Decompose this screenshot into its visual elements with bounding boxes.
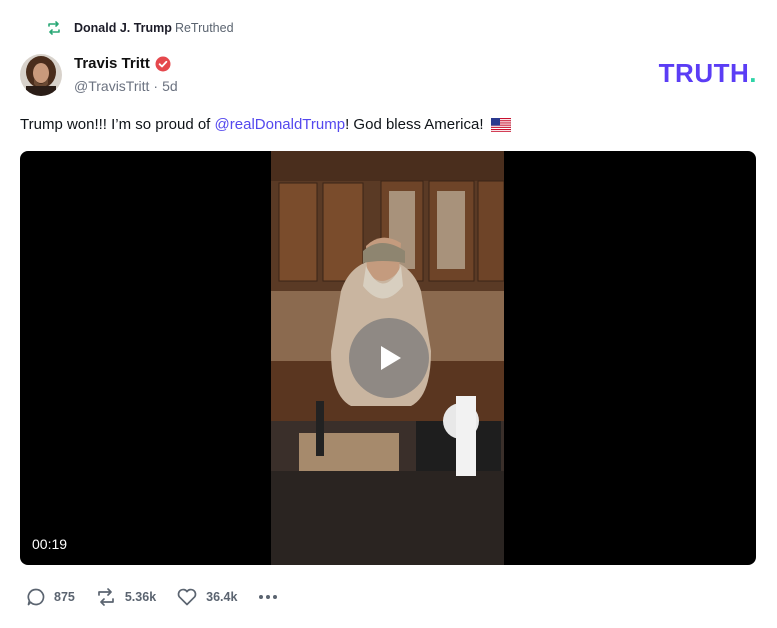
retruth-author-link[interactable]: Donald J. Trump: [74, 21, 172, 35]
retruth-icon: [98, 588, 114, 606]
reply-count: 875: [54, 590, 75, 604]
logo-dot: .: [749, 58, 757, 88]
post-text: Trump won!!! I’m so proud of @realDonald…: [20, 115, 757, 135]
us-flag-icon: [490, 118, 511, 132]
mention-link[interactable]: @realDonaldTrump: [215, 116, 346, 133]
avatar[interactable]: [20, 54, 62, 96]
play-button[interactable]: [349, 318, 429, 398]
meta-separator: ·: [153, 78, 159, 94]
play-icon: [381, 346, 401, 370]
more-options-button[interactable]: [259, 595, 278, 599]
retruth-banner: Donald J. Trump ReTruthed: [46, 18, 234, 38]
author-handle[interactable]: @TravisTritt: [74, 78, 149, 94]
comment-icon: [27, 588, 45, 606]
video-player[interactable]: 00:19: [20, 151, 756, 565]
video-duration: 00:19: [32, 536, 68, 552]
truth-logo[interactable]: TRUTH.: [659, 60, 757, 86]
author-name[interactable]: Travis Tritt: [74, 55, 150, 72]
retruth-action-label: ReTruthed: [174, 21, 234, 35]
post-timestamp[interactable]: 5d: [162, 78, 178, 94]
post-text-end: ! God bless America!: [345, 116, 484, 133]
like-button[interactable]: 36.4k: [176, 587, 237, 607]
author-block: Travis Tritt @TravisTritt · 5d: [74, 55, 178, 94]
post-actions: 875 5.36k 36.4k: [26, 586, 278, 608]
logo-text: TRUTH: [658, 58, 750, 88]
retruth-button[interactable]: 5.36k: [95, 587, 156, 607]
retruth-icon: [48, 21, 60, 35]
verified-badge-icon: [155, 56, 171, 71]
retruth-count: 5.36k: [124, 590, 157, 604]
like-count: 36.4k: [206, 590, 238, 604]
more-icon: [259, 595, 278, 599]
post-text-start: Trump won!!! I’m so proud of: [20, 116, 215, 133]
reply-button[interactable]: 875: [26, 587, 75, 607]
heart-icon: [177, 588, 197, 606]
